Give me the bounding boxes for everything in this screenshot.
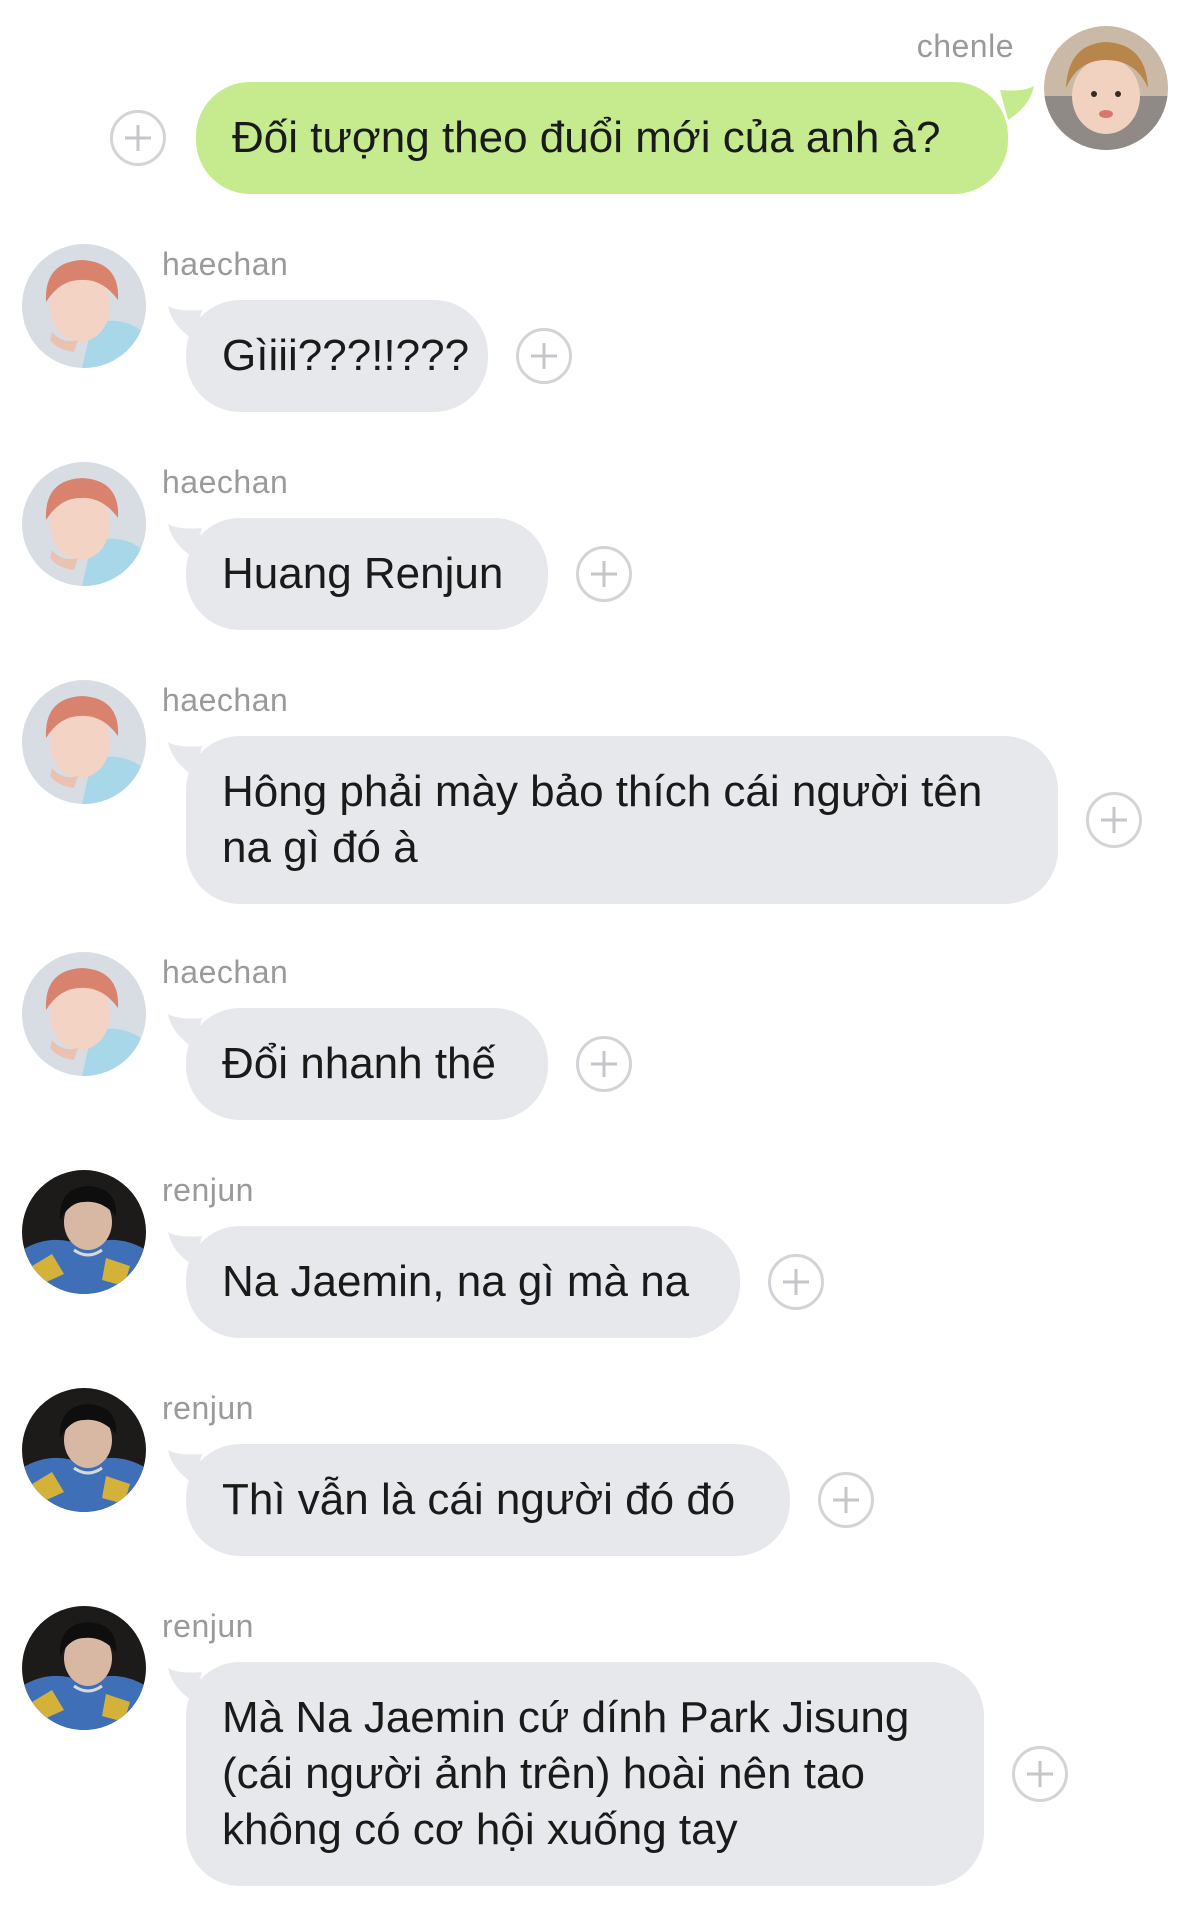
bubble-tail (1000, 86, 1040, 122)
add-reaction-icon[interactable] (576, 1036, 632, 1092)
message-row: haechan Huang Renjun (0, 462, 1184, 642)
sender-name: chenle (916, 28, 1014, 64)
add-reaction-icon[interactable] (576, 546, 632, 602)
message-bubble[interactable]: Đổi nhanh thế (186, 1008, 548, 1120)
message-bubble[interactable]: Mà Na Jaemin cứ dính Park Jisung (cái ng… (186, 1662, 984, 1886)
message-bubble[interactable]: Thì vẫn là cái người đó đó (186, 1444, 790, 1556)
message-bubble[interactable]: Na Jaemin, na gì mà na (186, 1226, 740, 1338)
avatar-haechan[interactable] (22, 680, 146, 804)
avatar-haechan[interactable] (22, 244, 146, 368)
add-reaction-icon[interactable] (110, 110, 166, 166)
avatar-haechan[interactable] (22, 462, 146, 586)
avatar-renjun[interactable] (22, 1606, 146, 1730)
message-row: chenle Đối tượng theo đuổi mới của anh à… (0, 0, 1184, 200)
avatar-renjun[interactable] (22, 1388, 146, 1512)
sender-name: renjun (162, 1390, 254, 1426)
sender-name: haechan (162, 464, 289, 500)
avatar-chenle[interactable] (1044, 26, 1168, 150)
avatar-haechan[interactable] (22, 952, 146, 1076)
message-row: renjun Mà Na Jaemin cứ dính Park Jisung … (0, 1606, 1184, 1896)
sender-name: renjun (162, 1608, 254, 1644)
add-reaction-icon[interactable] (516, 328, 572, 384)
sender-name: haechan (162, 954, 289, 990)
message-bubble[interactable]: Đối tượng theo đuổi mới của anh à? (196, 82, 1008, 194)
message-bubble[interactable]: Huang Renjun (186, 518, 548, 630)
message-row: haechan Gìiii???!!??? (0, 244, 1184, 424)
message-bubble[interactable]: Gìiii???!!??? (186, 300, 488, 412)
add-reaction-icon[interactable] (768, 1254, 824, 1310)
add-reaction-icon[interactable] (1012, 1746, 1068, 1802)
message-row: haechan Hông phải mày bảo thích cái ngườ… (0, 680, 1184, 916)
add-reaction-icon[interactable] (818, 1472, 874, 1528)
message-row: haechan Đổi nhanh thế (0, 952, 1184, 1132)
message-bubble[interactable]: Hông phải mày bảo thích cái người tên na… (186, 736, 1058, 904)
message-row: renjun Na Jaemin, na gì mà na (0, 1170, 1184, 1350)
sender-name: haechan (162, 246, 289, 282)
avatar-renjun[interactable] (22, 1170, 146, 1294)
message-row: renjun Thì vẫn là cái người đó đó (0, 1388, 1184, 1568)
sender-name: haechan (162, 682, 289, 718)
sender-name: renjun (162, 1172, 254, 1208)
add-reaction-icon[interactable] (1086, 792, 1142, 848)
chat-thread: chenle Đối tượng theo đuổi mới của anh à… (0, 0, 1184, 1920)
